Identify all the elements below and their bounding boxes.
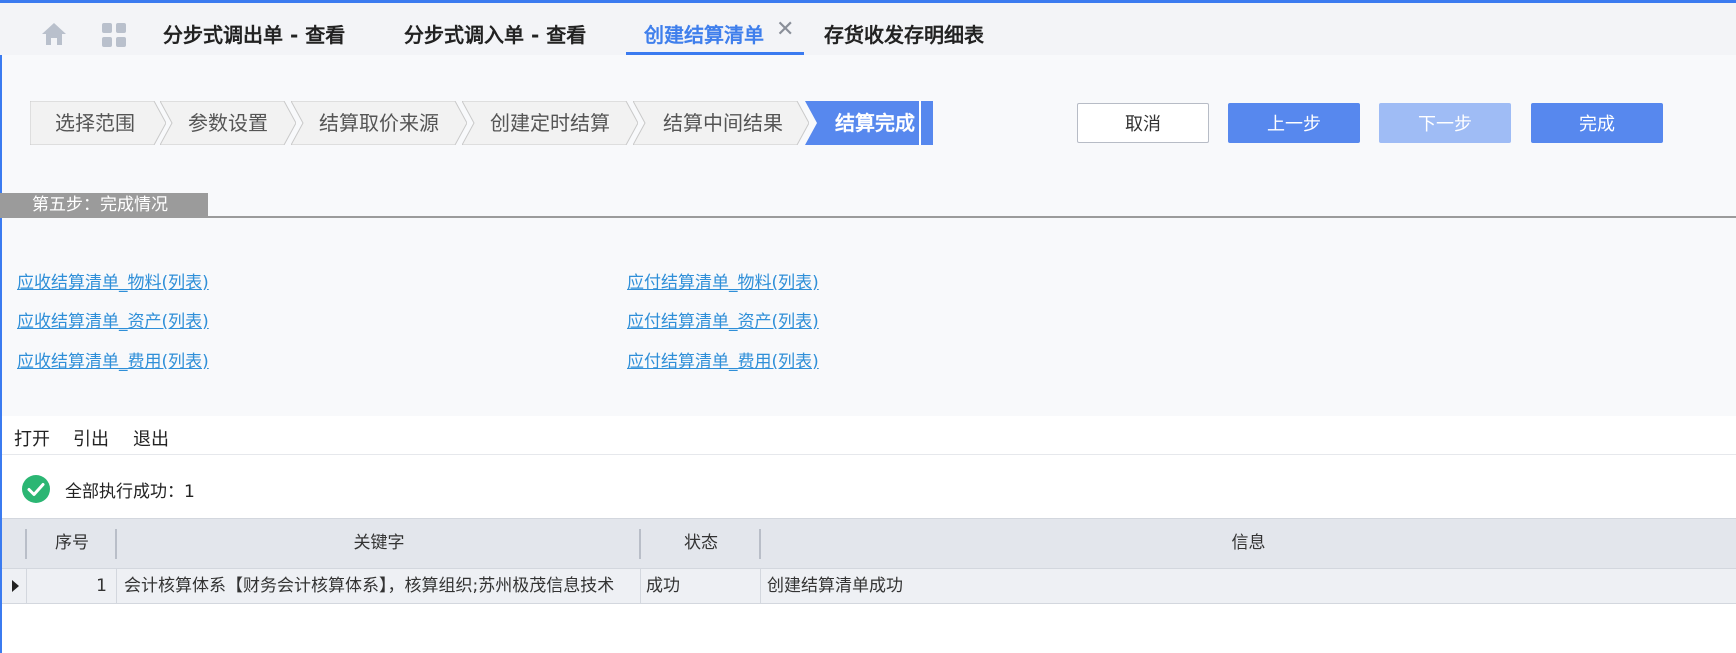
cell-info[interactable]: 创建结算清单成功 — [767, 569, 1727, 603]
cell-seq[interactable]: 1 — [27, 569, 107, 603]
active-tab-indicator — [626, 52, 804, 55]
finish-button[interactable]: 完成 — [1531, 103, 1663, 143]
column-header-seq[interactable]: 序号 — [27, 519, 117, 568]
cancel-button[interactable]: 取消 — [1077, 103, 1209, 143]
cell-status[interactable]: 成功 — [646, 569, 756, 603]
next-step-button[interactable]: 下一步 — [1379, 103, 1511, 143]
step-label: 参数设置 — [188, 111, 268, 135]
apps-grid-icon[interactable] — [101, 22, 127, 48]
tab-inbound-view[interactable]: 分步式调入单 - 查看 — [404, 19, 586, 49]
link-receivable-asset[interactable]: 应收结算清单_资产(列表) — [17, 307, 209, 332]
step-label: 结算中间结果 — [663, 111, 783, 135]
exit-button[interactable]: 退出 — [133, 425, 169, 451]
step-label: 结算完成 — [835, 111, 915, 135]
row-pointer-icon — [12, 580, 19, 592]
step-label: 创建定时结算 — [490, 111, 610, 135]
cell-divider — [116, 569, 117, 603]
link-payable-material[interactable]: 应付结算清单_物料(列表) — [627, 268, 819, 293]
previous-step-button[interactable]: 上一步 — [1228, 103, 1360, 143]
check-circle-icon — [22, 475, 50, 503]
toolbar-divider — [2, 454, 1736, 455]
tab-inventory-detail[interactable]: 存货收发存明细表 — [824, 19, 984, 49]
section-title: 第五步：完成情况 — [0, 193, 208, 217]
step-label: 选择范围 — [55, 111, 135, 135]
section-divider — [0, 216, 1736, 218]
cell-divider — [760, 569, 761, 603]
link-receivable-material[interactable]: 应收结算清单_物料(列表) — [17, 268, 209, 293]
tab-bar: 分步式调出单 - 查看 分步式调入单 - 查看 创建结算清单 ✕ 存货收发存明细… — [0, 3, 1736, 55]
table-header: 序号 关键字 状态 信息 — [2, 518, 1736, 569]
column-header-info[interactable]: 信息 — [761, 519, 1736, 568]
export-button[interactable]: 引出 — [73, 425, 109, 451]
open-button[interactable]: 打开 — [14, 425, 50, 451]
cell-key[interactable]: 会计核算体系【财务会计核算体系】，核算组织;苏州极茂信息技术 — [124, 569, 638, 603]
link-receivable-expense[interactable]: 应收结算清单_费用(列表) — [17, 347, 209, 372]
column-header-status[interactable]: 状态 — [641, 519, 761, 568]
link-payable-asset[interactable]: 应付结算清单_资产(列表) — [627, 307, 819, 332]
step-label: 结算取价来源 — [319, 111, 439, 135]
status-message: 全部执行成功：1 — [65, 482, 195, 502]
tab-outbound-view[interactable]: 分步式调出单 - 查看 — [163, 19, 345, 49]
close-icon[interactable]: ✕ — [776, 17, 794, 42]
home-icon[interactable] — [40, 21, 68, 47]
link-payable-expense[interactable]: 应付结算清单_费用(列表) — [627, 347, 819, 372]
tab-create-settlement[interactable]: 创建结算清单 — [644, 19, 764, 49]
table-row[interactable]: 1 会计核算体系【财务会计核算体系】，核算组织;苏州极茂信息技术 成功 创建结算… — [2, 569, 1736, 604]
cell-divider — [640, 569, 641, 603]
column-header-key[interactable]: 关键字 — [117, 519, 641, 568]
